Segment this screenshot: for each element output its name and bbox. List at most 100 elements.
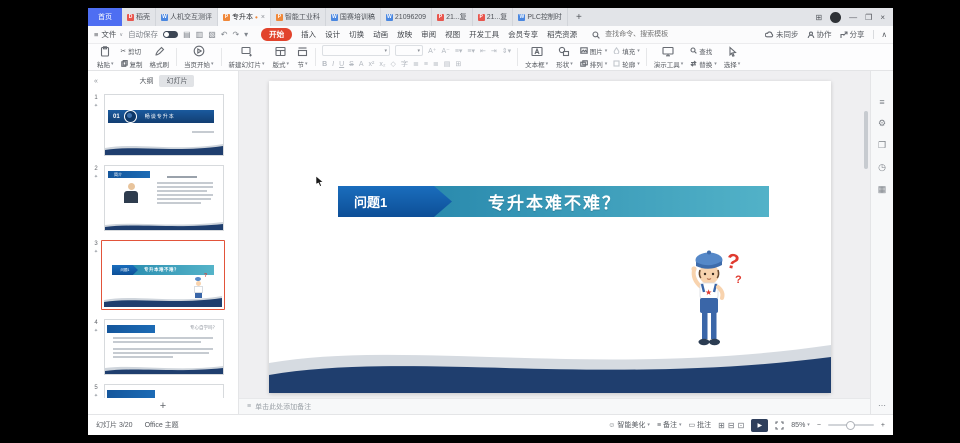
decrease-indent-button[interactable]: ⇤ <box>480 47 486 55</box>
user-avatar[interactable] <box>830 12 841 23</box>
columns-button[interactable]: ⊞ <box>455 60 461 68</box>
slide-thumb-2[interactable]: 2✦ 简介 <box>88 165 238 231</box>
align-left-button[interactable]: ≣ <box>413 60 419 68</box>
italic-button[interactable]: I <box>332 61 334 68</box>
more-tools-icon[interactable]: ⋯ <box>878 401 886 410</box>
cartoon-boy-illustration[interactable]: ? ? <box>689 247 745 355</box>
export-icon[interactable]: ▧ <box>208 30 216 39</box>
print-icon[interactable]: ▥ <box>196 30 204 39</box>
shrink-font-button[interactable]: A⁻ <box>441 47 449 55</box>
collapse-ribbon-icon[interactable]: ∧ <box>882 30 888 39</box>
font-color-button[interactable]: A <box>359 61 364 68</box>
sync-status[interactable]: 未同步 <box>765 29 799 40</box>
slide-thumb-1[interactable]: 1✦ 01 畅谈专升本 <box>88 94 238 156</box>
canvas-scrollbar[interactable] <box>864 111 868 169</box>
presentation-tools-button[interactable]: 演示工具▾ <box>650 46 688 69</box>
zoom-slider[interactable] <box>828 424 874 426</box>
bullet-list-button[interactable]: ≡▾ <box>455 47 463 55</box>
copy-button[interactable]: 复制 <box>121 59 143 69</box>
tab-slides[interactable]: 幻灯片 <box>159 75 194 87</box>
select-button[interactable]: 选择▾ <box>720 46 745 69</box>
normal-view-button[interactable]: ⊞ <box>718 421 725 430</box>
highlight-button[interactable]: ◇ <box>391 60 396 68</box>
ribbon-tab-design[interactable]: 设计 <box>325 29 340 40</box>
slide-thumb-4[interactable]: 4✦ 专心自学吗？ <box>88 319 238 375</box>
slideshow-play-button[interactable]: ▶ <box>751 419 768 432</box>
ribbon-tab-slideshow[interactable]: 放映 <box>397 29 412 40</box>
minimize-button[interactable]: — <box>849 13 857 22</box>
outline-button[interactable]: 轮廓▾ <box>613 59 640 69</box>
bold-button[interactable]: B <box>322 61 327 68</box>
find-button[interactable]: 查找 <box>690 46 717 56</box>
undo-icon[interactable]: ↶ <box>221 30 228 39</box>
ribbon-tab-insert[interactable]: 插入 <box>301 29 316 40</box>
zoom-percent[interactable]: 85%▾ <box>791 422 810 429</box>
slide-title[interactable]: 专升本难不难？ <box>488 186 621 217</box>
ribbon-tab-animation[interactable]: 动画 <box>373 29 388 40</box>
tab-doc-renji[interactable]: W人机交互测评 <box>156 8 218 26</box>
ribbon-tab-home[interactable]: 开始 <box>261 28 292 41</box>
play-from-current-button[interactable]: 当页开始▾ <box>180 45 218 69</box>
ribbon-tab-review[interactable]: 审阅 <box>421 29 436 40</box>
tab-doc-pdf-1[interactable]: P21...复 <box>432 8 473 26</box>
ribbon-tab-view[interactable]: 视图 <box>445 29 460 40</box>
collaborate-button[interactable]: 协作 <box>807 29 832 40</box>
align-right-button[interactable]: ≣ <box>433 60 439 68</box>
picture-button[interactable]: 图片▾ <box>580 46 608 56</box>
share-button[interactable]: 分享 <box>840 29 865 40</box>
cut-button[interactable]: ✂剪切 <box>121 46 143 56</box>
comments-button[interactable]: ▭ 批注 <box>689 420 712 430</box>
ribbon-tab-docer-res[interactable]: 稻壳资源 <box>547 29 577 40</box>
ribbon-tab-devtools[interactable]: 开发工具 <box>469 29 499 40</box>
search-input[interactable] <box>603 30 693 39</box>
tab-doc-zhuanshengben-active[interactable]: P专升本•× <box>218 8 271 26</box>
tab-docer[interactable]: D稻壳 <box>122 8 156 26</box>
format-painter-button[interactable]: 格式刷 <box>146 46 174 69</box>
underline-button[interactable]: U <box>339 61 344 68</box>
notes-toggle-button[interactable]: ≡ 备注 ▾ <box>657 420 682 430</box>
current-slide[interactable]: 问题1 专升本难不难？ ? ? <box>269 81 831 393</box>
clipboard-grid-icon[interactable]: ▦ <box>878 184 887 195</box>
smart-beautify-button[interactable]: ☺ 智能美化 ▾ <box>608 420 650 430</box>
fit-to-window-icon[interactable] <box>775 421 784 430</box>
apps-grid-icon[interactable]: ⊞ <box>815 13 822 22</box>
slide-thumb-3-selected[interactable]: 3✦ 问题1 专升本难不难？ ? <box>88 240 238 310</box>
layers-icon[interactable]: ❐ <box>878 140 886 151</box>
replace-button[interactable]: 替换▾ <box>690 59 717 69</box>
command-search[interactable] <box>592 30 693 39</box>
increase-indent-button[interactable]: ⇥ <box>491 47 497 55</box>
ribbon-tab-member[interactable]: 会员专享 <box>508 29 538 40</box>
superscript-button[interactable]: x² <box>368 61 374 68</box>
tab-home[interactable]: 首页 <box>88 8 122 26</box>
align-center-button[interactable]: ≡ <box>424 61 428 68</box>
zoom-slider-knob[interactable] <box>846 421 855 430</box>
settings-gear-icon[interactable]: ⚙ <box>878 118 886 129</box>
question-banner-shape[interactable]: 问题1 专升本难不难？ <box>338 186 769 217</box>
question-badge[interactable]: 问题1 <box>338 186 456 217</box>
close-button[interactable]: × <box>880 13 885 22</box>
slide-sorter-view-button[interactable]: ⊟ <box>728 421 735 430</box>
paste-button[interactable]: 粘贴▾ <box>93 46 118 69</box>
theme-name[interactable]: Office 主题 <box>145 420 179 430</box>
tab-doc-21096209[interactable]: W21096209 <box>381 8 432 26</box>
slide-layout-button[interactable]: 版式▾ <box>269 46 294 69</box>
strikethrough-button[interactable]: S <box>349 61 354 68</box>
fill-button[interactable]: 填充▾ <box>613 46 640 56</box>
shapes-button[interactable]: 形状▾ <box>552 46 577 69</box>
tab-doc-plc[interactable]: WPLC控制时 <box>513 8 568 26</box>
history-clock-icon[interactable]: ◷ <box>878 162 886 173</box>
new-slide-button[interactable]: 新建幻灯片▾ <box>225 46 269 69</box>
save-icon[interactable]: ▤ <box>183 30 191 39</box>
restore-button[interactable]: ❐ <box>865 13 872 22</box>
close-tab-icon[interactable]: × <box>260 14 265 21</box>
numbered-list-button[interactable]: ≡▾ <box>467 47 475 55</box>
tab-doc-zhineng[interactable]: P智能工业科 <box>271 8 326 26</box>
redo-icon[interactable]: ↷ <box>232 30 239 39</box>
file-menu[interactable]: ≡ 文件 ∨ <box>94 29 123 40</box>
tab-doc-pdf-2[interactable]: P21...复 <box>473 8 514 26</box>
zoom-out-button[interactable]: − <box>817 422 821 429</box>
zoom-in-button[interactable]: + <box>881 422 885 429</box>
object-properties-icon[interactable]: ≡ <box>879 97 884 107</box>
reading-view-button[interactable]: ⊡ <box>738 421 745 430</box>
tab-outline[interactable]: 大纲 <box>139 76 153 86</box>
